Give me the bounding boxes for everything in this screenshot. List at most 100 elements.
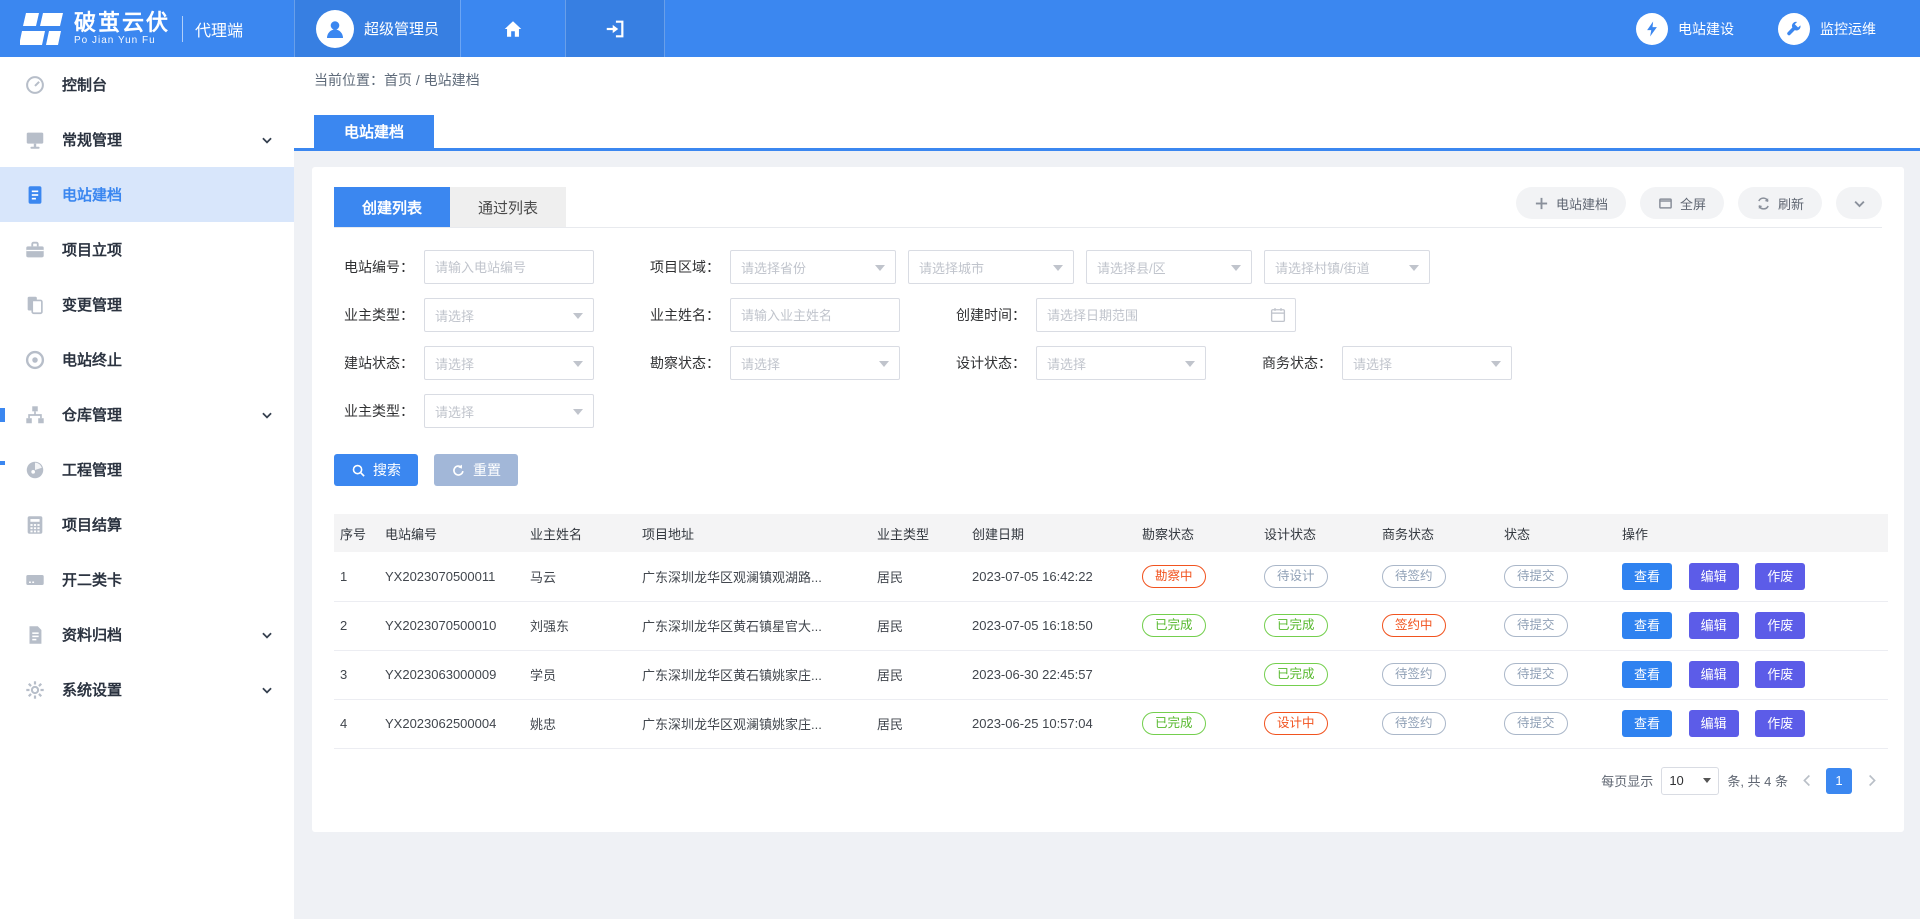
sidebar-item-general-mgmt[interactable]: 常规管理 <box>0 112 294 167</box>
sidebar-item-project-settlement[interactable]: 项目结算 <box>0 497 294 552</box>
sidebar-item-label: 开二类卡 <box>62 569 274 590</box>
nav-monitor-ops-label: 监控运维 <box>1820 19 1876 39</box>
sign-out-icon <box>604 18 626 40</box>
reset-label: 重置 <box>473 460 501 480</box>
view-button[interactable]: 查看 <box>1622 661 1672 688</box>
sidebar-item-station-archive[interactable]: 电站建档 <box>0 167 294 222</box>
filter-form: 电站编号： 项目区域： 请选择省份 请选择城市 请选择县/区 请选择村镇/街道 … <box>334 228 1882 486</box>
cell-type: 居民 <box>871 552 966 601</box>
filter-region: 项目区域： 请选择省份 请选择城市 请选择县/区 请选择村镇/街道 <box>640 250 1430 284</box>
town-select[interactable]: 请选择村镇/街道 <box>1264 250 1430 284</box>
owner-type2-select[interactable]: 请选择 <box>424 394 594 428</box>
caret-down-icon <box>573 409 583 415</box>
fullscreen-button[interactable]: 全屏 <box>1640 187 1724 219</box>
filter-row-1: 电站编号： 项目区域： 请选择省份 请选择城市 请选择县/区 请选择村镇/街道 <box>334 250 1882 284</box>
create-station-button[interactable]: 电站建档 <box>1516 187 1626 219</box>
filter-row-4: 业主类型： 请选择 <box>334 394 1882 428</box>
sidebar-item-system-settings[interactable]: 系统设置 <box>0 662 294 717</box>
select-placeholder: 请选择 <box>435 402 474 421</box>
sidebar-item-engineering-mgmt[interactable]: 工程管理 <box>0 442 294 497</box>
edit-button[interactable]: 编辑 <box>1689 563 1739 590</box>
view-button[interactable]: 查看 <box>1622 612 1672 639</box>
invalidate-button[interactable]: 作废 <box>1755 710 1805 737</box>
invalidate-button[interactable]: 作废 <box>1755 612 1805 639</box>
status-badge: 待提交 <box>1504 712 1568 735</box>
invalidate-button[interactable]: 作废 <box>1755 563 1805 590</box>
city-select[interactable]: 请选择城市 <box>908 250 1074 284</box>
gear-icon <box>24 679 46 701</box>
archive-icon <box>24 624 46 646</box>
logout-button[interactable] <box>565 0 665 57</box>
refresh-label: 刷新 <box>1778 194 1804 213</box>
build-status-select[interactable]: 请选择 <box>424 346 594 380</box>
province-select[interactable]: 请选择省份 <box>730 250 896 284</box>
filter-buttons: 搜索 重置 <box>334 454 1882 486</box>
owner-name-input[interactable] <box>731 299 899 331</box>
survey-status-select[interactable]: 请选择 <box>730 346 900 380</box>
next-page-button[interactable] <box>1860 768 1882 794</box>
view-button[interactable]: 查看 <box>1622 563 1672 590</box>
county-select[interactable]: 请选择县/区 <box>1086 250 1252 284</box>
refresh-button[interactable]: 刷新 <box>1738 187 1822 219</box>
date-range-input[interactable] <box>1037 299 1295 331</box>
portal-label: 代理端 <box>195 17 243 41</box>
filter-owner-type: 业主类型： 请选择 <box>334 298 594 332</box>
dashboard-icon <box>24 459 46 481</box>
breadcrumb-path[interactable]: 首页 / 电站建档 <box>384 72 480 88</box>
breadcrumb: 当前位置：首页 / 电站建档 <box>294 57 1920 99</box>
page-number-button[interactable]: 1 <box>1826 768 1852 794</box>
owner-type-select[interactable]: 请选择 <box>424 298 594 332</box>
table-row: 2 YX2023070500010 刘强东 广东深圳龙华区黄石镇星官大... 居… <box>334 601 1888 650</box>
collapse-panel-button[interactable] <box>1836 187 1882 219</box>
nav-monitor-ops[interactable]: 监控运维 <box>1778 0 1876 57</box>
filter-label: 项目区域： <box>640 257 720 277</box>
pagination: 每页显示 10 条, 共 4 条 1 <box>334 767 1882 795</box>
sidebar-item-console[interactable]: 控制台 <box>0 57 294 112</box>
col-business-status: 商务状态 <box>1376 514 1498 552</box>
business-status-select[interactable]: 请选择 <box>1342 346 1512 380</box>
user-menu[interactable]: 超级管理员 <box>294 0 460 57</box>
sidebar-item-station-termination[interactable]: 电站终止 <box>0 332 294 387</box>
nav-station-build[interactable]: 电站建设 <box>1636 0 1734 57</box>
sidebar-item-label: 仓库管理 <box>62 404 260 425</box>
sidebar-item-warehouse-mgmt[interactable]: 仓库管理 <box>0 387 294 442</box>
tab-passed-list[interactable]: 通过列表 <box>450 187 566 227</box>
search-button[interactable]: 搜索 <box>334 454 418 486</box>
sidebar-item-label: 项目结算 <box>62 514 274 535</box>
sidebar-scrollbar-thumb[interactable] <box>0 408 5 422</box>
select-placeholder: 请选择 <box>1353 354 1392 373</box>
cell-survey-empty <box>1136 650 1258 699</box>
edit-button[interactable]: 编辑 <box>1689 661 1739 688</box>
cell-address: 广东深圳龙华区观澜镇观湖路... <box>636 552 871 601</box>
sidebar-item-label: 变更管理 <box>62 294 274 315</box>
sidebar-item-data-archive[interactable]: 资料归档 <box>0 607 294 662</box>
total-count-label: 条, 共 4 条 <box>1727 771 1788 790</box>
caret-down-icon <box>1053 265 1063 271</box>
per-page-select[interactable]: 10 <box>1661 767 1719 795</box>
tab-create-list[interactable]: 创建列表 <box>334 187 450 227</box>
edit-button[interactable]: 编辑 <box>1689 612 1739 639</box>
sidebar-item-change-mgmt[interactable]: 变更管理 <box>0 277 294 332</box>
content-card: 创建列表 通过列表 电站建档 全屏 刷新 <box>312 167 1904 832</box>
view-button[interactable]: 查看 <box>1622 710 1672 737</box>
sidebar-item-type2-card[interactable]: 开二类卡 <box>0 552 294 607</box>
date-range-picker[interactable] <box>1036 298 1296 332</box>
cell-type: 居民 <box>871 699 966 748</box>
invalidate-button[interactable]: 作废 <box>1755 661 1805 688</box>
status-badge: 已完成 <box>1264 614 1328 637</box>
filter-station-code: 电站编号： <box>334 250 594 284</box>
logo-text: 破茧云伏 Po Jian Yun Fu <box>74 11 170 46</box>
home-button[interactable] <box>460 0 565 57</box>
edit-button[interactable]: 编辑 <box>1689 710 1739 737</box>
top-header: 破茧云伏 Po Jian Yun Fu 代理端 超级管理员 电站建 <box>0 0 1920 57</box>
station-code-input[interactable] <box>425 251 593 283</box>
status-badge: 签约中 <box>1382 614 1446 637</box>
sidebar-item-project-initiation[interactable]: 项目立项 <box>0 222 294 277</box>
filter-build-status: 建站状态： 请选择 <box>334 346 594 380</box>
page-tab-station-archive[interactable]: 电站建档 <box>314 115 434 148</box>
prev-page-button[interactable] <box>1796 768 1818 794</box>
col-station-code: 电站编号 <box>379 514 524 552</box>
cell-type: 居民 <box>871 650 966 699</box>
design-status-select[interactable]: 请选择 <box>1036 346 1206 380</box>
reset-button[interactable]: 重置 <box>434 454 518 486</box>
